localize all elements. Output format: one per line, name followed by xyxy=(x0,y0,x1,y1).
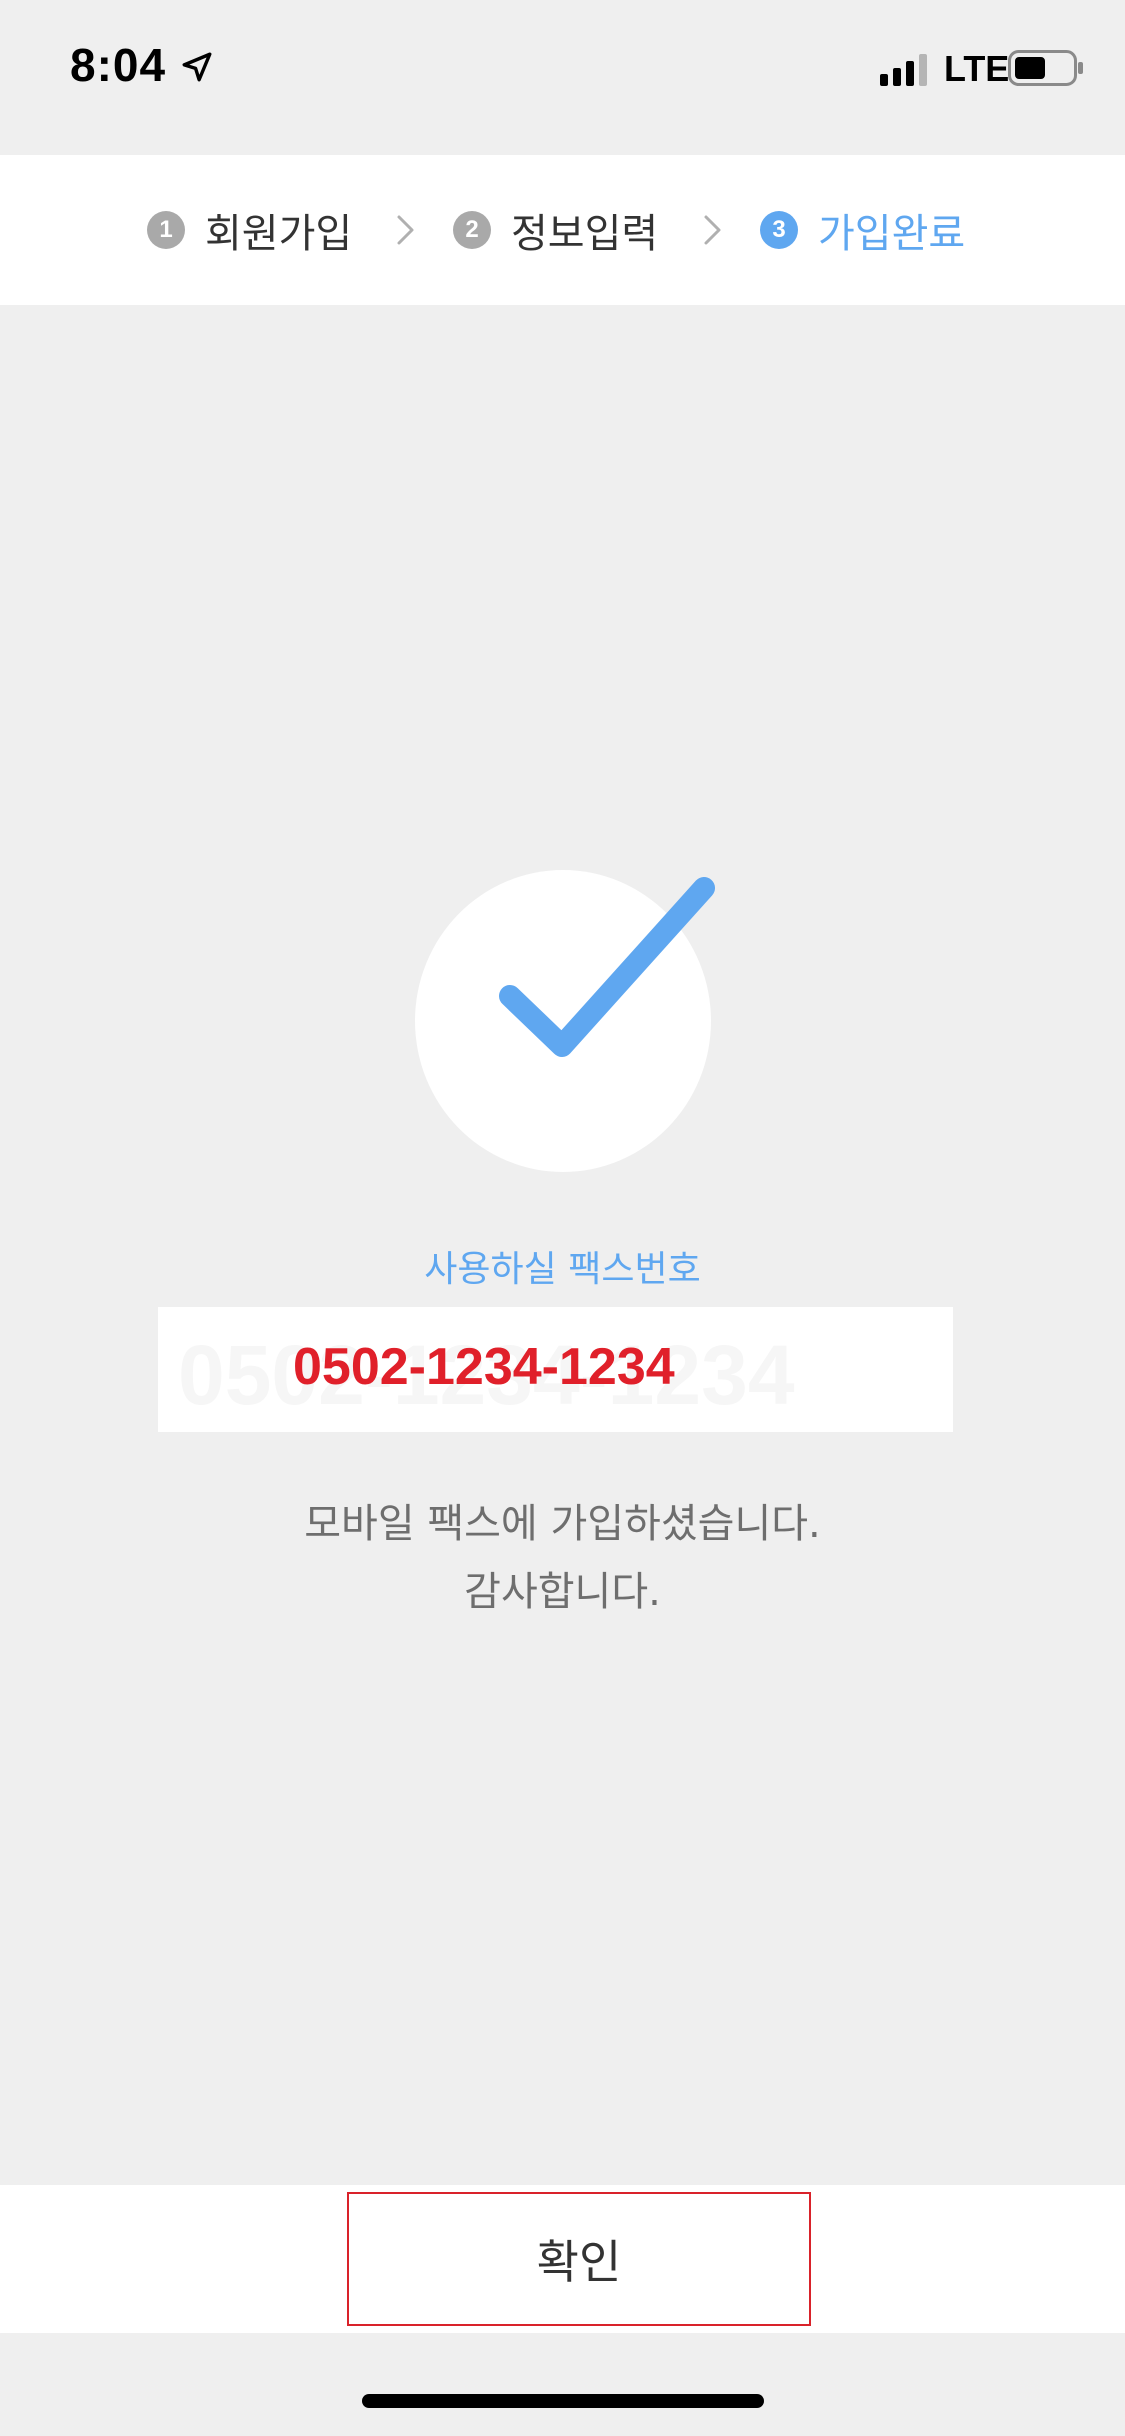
step-label: 정보입력 xyxy=(511,211,659,257)
status-time: 8:04 xyxy=(70,39,167,91)
signup-progress-stepper: 1 회원가입 2 정보입력 3 가입완료 xyxy=(0,155,1125,305)
step-number-badge: 1 xyxy=(147,211,185,249)
step-label-active: 가입완료 xyxy=(818,211,966,257)
fax-number: 0502-1234-1234 xyxy=(293,1338,675,1396)
fax-number-caption: 사용하실 팩스번호 xyxy=(424,1249,701,1290)
step-signup-complete: 3 가입완료 xyxy=(760,205,965,257)
status-bar: 8:04 LTE xyxy=(0,0,1125,140)
step-signup: 1 회원가입 xyxy=(147,205,352,257)
step-info-entry: 2 정보입력 xyxy=(453,205,658,257)
step-number-badge-active: 3 xyxy=(760,211,798,249)
completion-message-line2: 감사합니다. xyxy=(464,1569,661,1615)
step-label: 회원가입 xyxy=(205,211,353,257)
step-number-badge: 2 xyxy=(453,211,491,249)
cellular-signal-icon xyxy=(880,54,927,86)
confirm-button[interactable]: 확인 xyxy=(347,2192,811,2326)
bottom-action-bar: 확인 xyxy=(0,2185,1125,2333)
chevron-right-icon xyxy=(397,215,414,245)
chevron-right-icon xyxy=(704,215,721,245)
battery-icon xyxy=(1008,50,1083,86)
fax-number-box: 0502-1234-1234 0502-1234-1234 xyxy=(158,1307,953,1432)
completion-message: 모바일 팩스에 가입하셨습니다. 감사합니다. xyxy=(0,1490,1125,1626)
network-type-label: LTE xyxy=(944,48,1010,89)
home-indicator[interactable] xyxy=(362,2394,764,2408)
checkmark-icon xyxy=(499,877,715,1057)
location-arrow-icon xyxy=(182,52,212,82)
completion-message-line1: 모바일 팩스에 가입하셨습니다. xyxy=(304,1501,821,1547)
